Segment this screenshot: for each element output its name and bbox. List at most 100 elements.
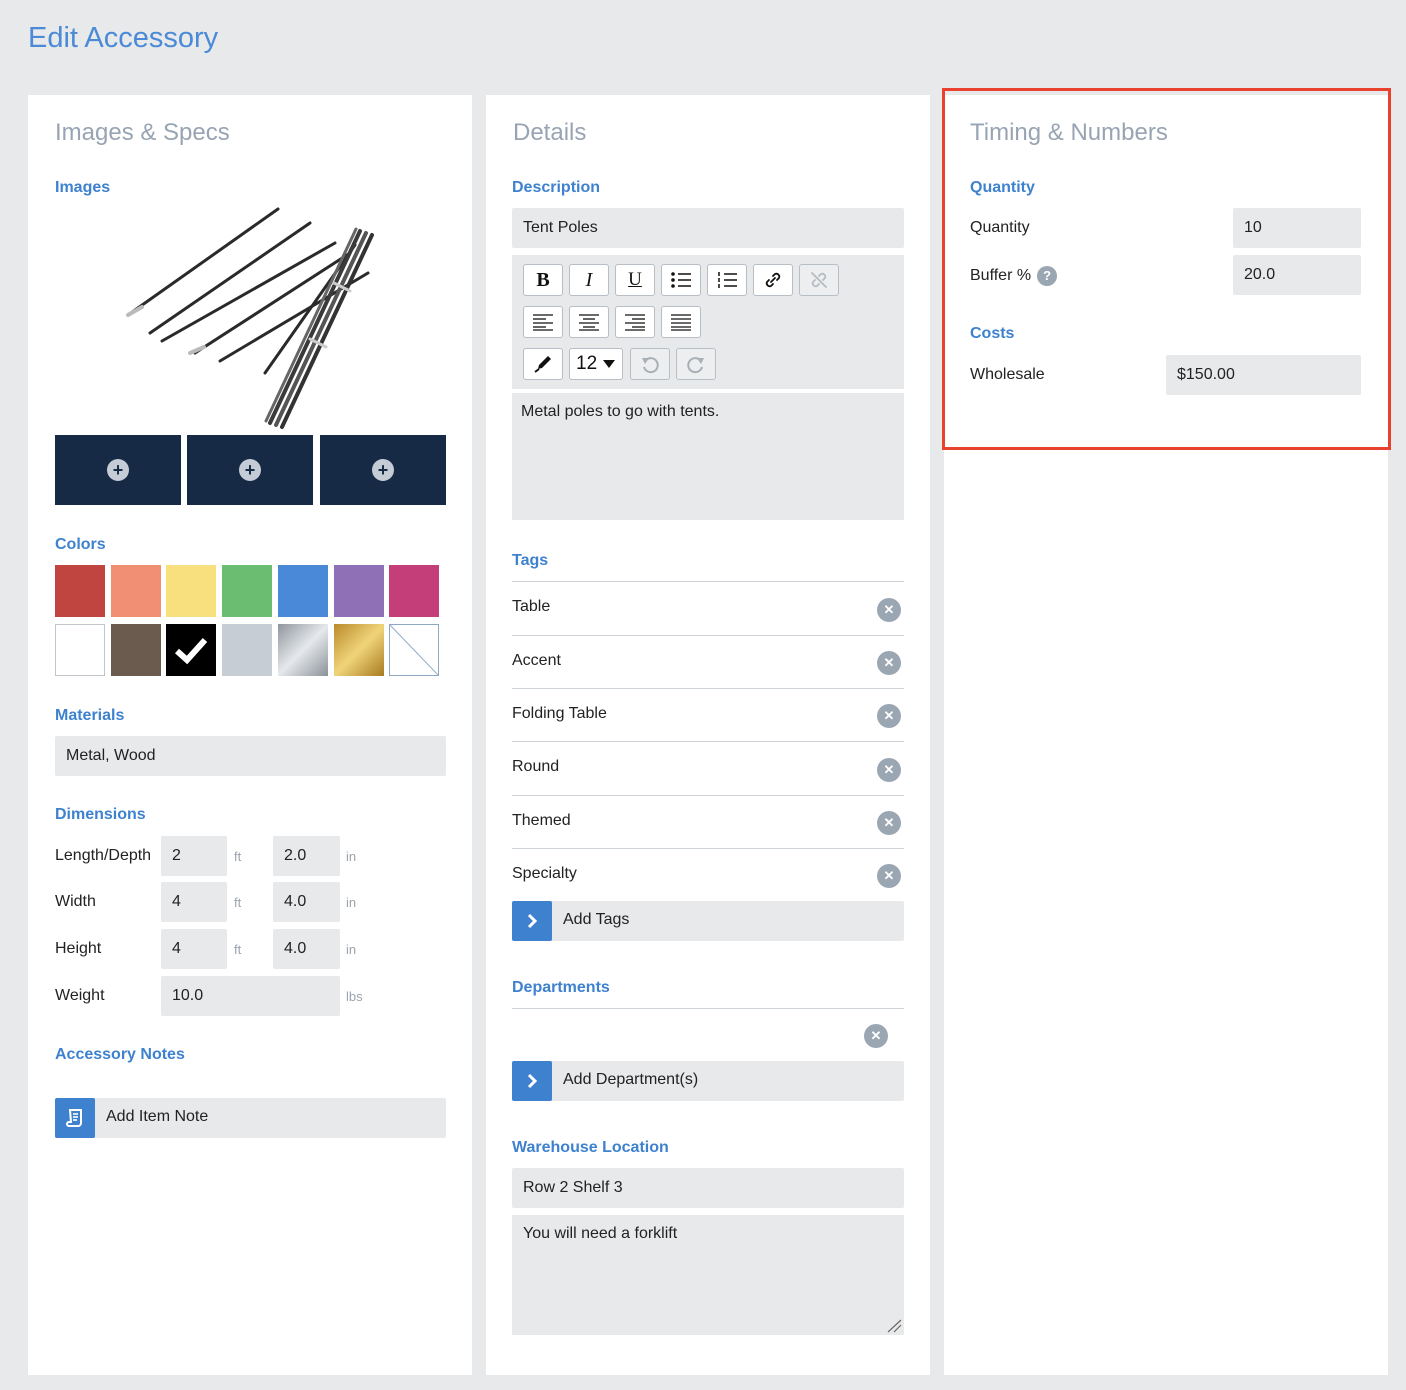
align-center-button[interactable] [569,306,609,338]
add-departments-button[interactable]: Add Department(s) [512,1061,904,1101]
color-swatch-yellow[interactable] [166,565,216,617]
undo-button[interactable] [630,348,670,380]
color-swatch-none[interactable] [389,624,439,676]
colors-label: Colors [55,536,106,553]
color-swatch-red[interactable] [55,565,105,617]
add-tags-button[interactable]: Add Tags [512,901,904,941]
tag-label: Folding Table [512,705,607,722]
note-icon [55,1098,95,1138]
width-in-field[interactable]: 4.0 [273,882,340,922]
unit-ft: ft [234,849,242,864]
chevron-right-icon [512,1061,552,1101]
unit-ft: ft [234,942,242,957]
tags-label: Tags [512,552,549,569]
plus-icon: + [239,459,261,481]
tag-row: Accent ✕ [512,635,904,688]
unlink-button[interactable] [799,264,839,296]
align-left-button[interactable] [523,306,563,338]
color-swatch-gold[interactable] [334,624,384,676]
remove-icon[interactable]: ✕ [877,758,901,782]
font-size-select[interactable]: 12 [569,348,623,380]
add-image-slot-2[interactable]: + [187,435,313,505]
tag-label: Table [512,598,551,615]
tag-label: Round [512,758,560,775]
numbered-list-button[interactable] [707,264,747,296]
color-swatch-brown[interactable] [111,624,161,676]
tag-label: Accent [512,652,561,669]
bold-button[interactable]: B [523,264,563,296]
description-field[interactable]: Tent Poles [512,208,904,248]
height-in-field[interactable]: 4.0 [273,929,340,969]
remove-icon[interactable]: ✕ [877,651,901,675]
chevron-right-icon [512,901,552,941]
redo-icon [687,357,704,374]
product-image[interactable] [120,203,380,431]
color-swatch-salmon[interactable] [111,565,161,617]
color-swatch-green[interactable] [222,565,272,617]
length-ft-field[interactable]: 2 [161,836,227,876]
tag-label: Specialty [512,865,577,882]
font-size-value: 12 [576,353,598,374]
length-in-field[interactable]: 2.0 [273,836,340,876]
images-specs-title: Images & Specs [55,119,230,146]
weight-field[interactable]: 10.0 [161,976,340,1016]
color-swatch-gray[interactable] [222,624,272,676]
materials-label: Materials [55,707,125,724]
unit-in: in [346,849,357,864]
accessory-notes-label: Accessory Notes [55,1046,185,1063]
align-center-icon [579,314,599,331]
warehouse-location-label: Warehouse Location [512,1139,669,1156]
resize-handle-icon[interactable] [886,1319,902,1333]
details-title: Details [513,119,587,146]
materials-field[interactable]: Metal, Wood [55,736,446,776]
unit-in: in [346,895,357,910]
pen-icon [534,356,551,373]
align-right-button[interactable] [615,306,655,338]
align-right-icon [625,314,645,331]
link-icon [765,272,781,288]
add-departments-label: Add Department(s) [563,1071,699,1088]
plus-icon: + [107,459,129,481]
page-title: Edit Accessory [28,22,219,54]
text-color-button[interactable] [523,348,563,380]
link-button[interactable] [753,264,793,296]
color-swatch-magenta[interactable] [389,565,439,617]
redo-button[interactable] [676,348,716,380]
description-editor[interactable]: Metal poles to go with tents. [512,393,904,520]
remove-icon[interactable]: ✕ [864,1024,888,1048]
tag-row: Folding Table ✕ [512,688,904,741]
departments-divider [512,1008,904,1009]
remove-icon[interactable]: ✕ [877,864,901,888]
color-swatch-white[interactable] [55,624,105,676]
warehouse-location-field[interactable]: Row 2 Shelf 3 [512,1168,904,1208]
unlink-icon [811,272,827,288]
bullet-list-icon [671,272,691,288]
plus-icon: + [372,459,394,481]
tag-label: Themed [512,812,571,829]
warehouse-notes-textarea[interactable]: You will need a forklift [512,1215,904,1335]
add-item-note-button[interactable]: Add Item Note [55,1098,446,1138]
width-ft-field[interactable]: 4 [161,882,227,922]
weight-label: Weight [55,987,105,1004]
height-ft-field[interactable]: 4 [161,929,227,969]
length-label: Length/Depth [55,847,152,864]
italic-button[interactable]: I [569,264,609,296]
justify-button[interactable] [661,306,701,338]
color-swatch-silver[interactable] [278,624,328,676]
color-swatch-black[interactable] [166,624,216,676]
description-label: Description [512,179,601,196]
add-image-slot-1[interactable]: + [55,435,181,505]
bullet-list-button[interactable] [661,264,701,296]
add-tags-label: Add Tags [563,911,630,928]
align-left-icon [533,314,553,331]
remove-icon[interactable]: ✕ [877,598,901,622]
remove-icon[interactable]: ✕ [877,811,901,835]
departments-label: Departments [512,979,610,996]
color-swatch-blue[interactable] [278,565,328,617]
remove-icon[interactable]: ✕ [877,704,901,728]
tag-row: Table ✕ [512,581,904,634]
color-swatch-purple[interactable] [334,565,384,617]
justify-icon [671,314,691,331]
underline-button[interactable]: U [615,264,655,296]
add-image-slot-3[interactable]: + [320,435,446,505]
